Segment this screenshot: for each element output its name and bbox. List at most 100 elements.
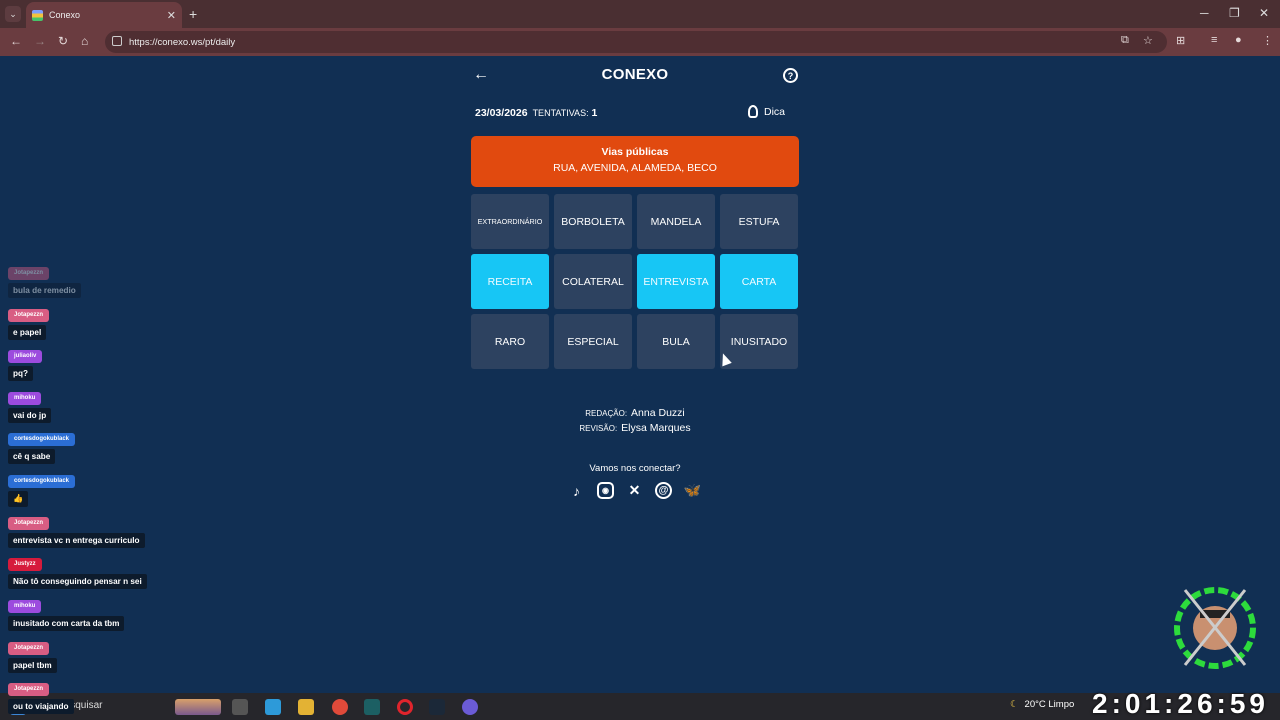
chat-user: Jotapezzn	[8, 642, 50, 655]
install-app-icon[interactable]: ⧉	[1121, 34, 1129, 47]
chat-message: mihoku vai do jp	[8, 386, 178, 423]
solved-group: Vias públicas RUA, AVENIDA, ALAMEDA, BEC…	[471, 136, 799, 187]
chat-message: cortesdogokublack 👍	[8, 469, 178, 507]
channel-logo	[1174, 587, 1256, 669]
favicon-icon	[32, 9, 43, 21]
reload-icon[interactable]: ↻	[58, 34, 68, 48]
chat-user: cortesdogokublack	[8, 475, 76, 488]
chat-user: juliaoliv	[8, 350, 43, 363]
chat-user: Jotapezzn	[8, 267, 50, 280]
attempts-label: TENTATIVAS:	[532, 108, 589, 118]
tab-search-button[interactable]: ⌄	[5, 6, 21, 22]
chat-message: Jotapezzn ou to viajando	[8, 677, 178, 714]
chat-user: Jotapezzn	[8, 683, 50, 696]
game-meta: 23/03/2026 TENTATIVAS: 1	[475, 107, 597, 119]
steam-icon[interactable]	[429, 699, 445, 715]
close-window-button[interactable]: ✕	[1259, 6, 1269, 20]
word-cell[interactable]: ESPECIAL	[554, 314, 632, 369]
new-tab-button[interactable]: +	[189, 6, 197, 22]
chat-message: Jotapezzn entrevista vc n entrega curric…	[8, 511, 178, 548]
chat-text: ou to viajando	[8, 699, 74, 714]
chat-text: inusitado com carta da tbm	[8, 616, 125, 631]
reviewer-label: REVISÃO:	[579, 424, 618, 433]
weather-text: 20°C Limpo	[1024, 699, 1075, 710]
lightbulb-icon	[747, 105, 758, 118]
solved-words: RUA, AVENIDA, ALAMEDA, BECO	[553, 162, 717, 174]
chat-text: 👍	[8, 491, 29, 507]
chat-text: e papel	[8, 325, 47, 340]
word-cell[interactable]: EXTRAORDINÁRIO	[471, 194, 549, 249]
chat-text: bula de remedio	[8, 283, 81, 298]
profile-avatar-icon[interactable]: ●	[1235, 34, 1242, 46]
search-highlight-icon	[175, 699, 221, 715]
chat-text: cê q sabe	[8, 449, 56, 464]
home-icon[interactable]: ⌂	[81, 34, 88, 48]
store-icon[interactable]	[265, 699, 281, 715]
word-cell[interactable]: MANDELA	[637, 194, 715, 249]
reviewer-name: Elysa Marques	[621, 422, 691, 434]
chat-user: mihoku	[8, 600, 42, 613]
task-view-icon[interactable]	[232, 699, 248, 715]
word-grid: EXTRAORDINÁRIO BORBOLETA MANDELA ESTUFA …	[471, 194, 799, 369]
chat-text: vai do jp	[8, 408, 52, 423]
editor-label: REDAÇÃO:	[585, 409, 628, 418]
media-control-icon[interactable]: ≡	[1211, 34, 1217, 46]
chat-text: papel tbm	[8, 658, 57, 673]
word-cell[interactable]: BULA	[637, 314, 715, 369]
word-cell-selected[interactable]: RECEITA	[471, 254, 549, 309]
chat-message: Jotapezzn papel tbm	[8, 636, 178, 673]
discord-icon[interactable]	[462, 699, 478, 715]
file-explorer-icon[interactable]	[298, 699, 314, 715]
chat-message: Jotapezzn bula de remedio	[8, 261, 178, 298]
tab-bar: ⌄ Conexo ✕ + ─ ❐ ✕	[0, 0, 1280, 28]
app-icon[interactable]	[364, 699, 380, 715]
browser-tab[interactable]: Conexo ✕	[26, 2, 182, 28]
stream-timer: 2:01:26:59	[1092, 688, 1269, 719]
hint-button[interactable]: Dica	[747, 105, 785, 118]
chat-text: Não tô conseguindo pensar n sei	[8, 574, 147, 589]
address-bar: ← → ↻ ⌂ https://conexo.ws/pt/daily ⧉ ☆ ⊞…	[0, 28, 1280, 56]
forward-icon[interactable]: →	[34, 34, 46, 48]
editor-name: Anna Duzzi	[631, 407, 685, 419]
chat-user: cortesdogokublack	[8, 433, 76, 446]
word-cell[interactable]: INUSITADO	[720, 314, 798, 369]
tiktok-icon[interactable]: ♪	[568, 482, 585, 499]
word-cell[interactable]: RARO	[471, 314, 549, 369]
word-cell[interactable]: BORBOLETA	[554, 194, 632, 249]
bluesky-icon[interactable]: 🦋	[684, 482, 701, 499]
chat-message: Jotapezzn e papel	[8, 303, 178, 340]
menu-kebab-icon[interactable]: ⋮	[1262, 34, 1273, 47]
site-info-icon[interactable]	[112, 36, 122, 46]
instagram-icon[interactable]: ◉	[597, 482, 614, 499]
close-tab-icon[interactable]: ✕	[167, 9, 176, 22]
chat-user: Jotapezzn	[8, 309, 50, 322]
chat-message: juliaoliv pq?	[8, 344, 178, 381]
word-cell-selected[interactable]: ENTREVISTA	[637, 254, 715, 309]
url-input[interactable]: https://conexo.ws/pt/daily	[105, 31, 1167, 53]
x-icon[interactable]: ✕	[626, 482, 643, 499]
attempts-value: 1	[591, 107, 598, 119]
hint-label: Dica	[763, 105, 785, 118]
game-header: ← CONEXO ?	[470, 66, 800, 86]
back-icon[interactable]: ←	[10, 34, 22, 48]
bookmark-star-icon[interactable]: ☆	[1143, 34, 1153, 47]
word-cell-selected[interactable]: CARTA	[720, 254, 798, 309]
chat-user: mihoku	[8, 392, 42, 405]
chat-message: Justyzz Não tô conseguindo pensar n sei	[8, 552, 178, 589]
restore-button[interactable]: ❐	[1229, 6, 1240, 20]
word-cell[interactable]: COLATERAL	[554, 254, 632, 309]
minimize-button[interactable]: ─	[1200, 6, 1209, 20]
social-links: ♪ ◉ ✕ @ 🦋	[568, 482, 701, 499]
opera-icon[interactable]	[397, 699, 413, 715]
help-icon[interactable]: ?	[783, 68, 798, 83]
chat-user: Jotapezzn	[8, 517, 50, 530]
credits: REDAÇÃO: Anna Duzzi REVISÃO: Elysa Marques	[470, 406, 800, 436]
moon-icon: ☾	[1010, 699, 1019, 710]
url-text: https://conexo.ws/pt/daily	[129, 36, 236, 48]
puzzle-date: 23/03/2026	[475, 107, 528, 119]
extensions-icon[interactable]: ⊞	[1176, 34, 1185, 47]
chrome-icon[interactable]	[332, 699, 348, 715]
weather-widget[interactable]: ☾ 20°C Limpo	[1010, 699, 1074, 710]
threads-icon[interactable]: @	[655, 482, 672, 499]
word-cell[interactable]: ESTUFA	[720, 194, 798, 249]
